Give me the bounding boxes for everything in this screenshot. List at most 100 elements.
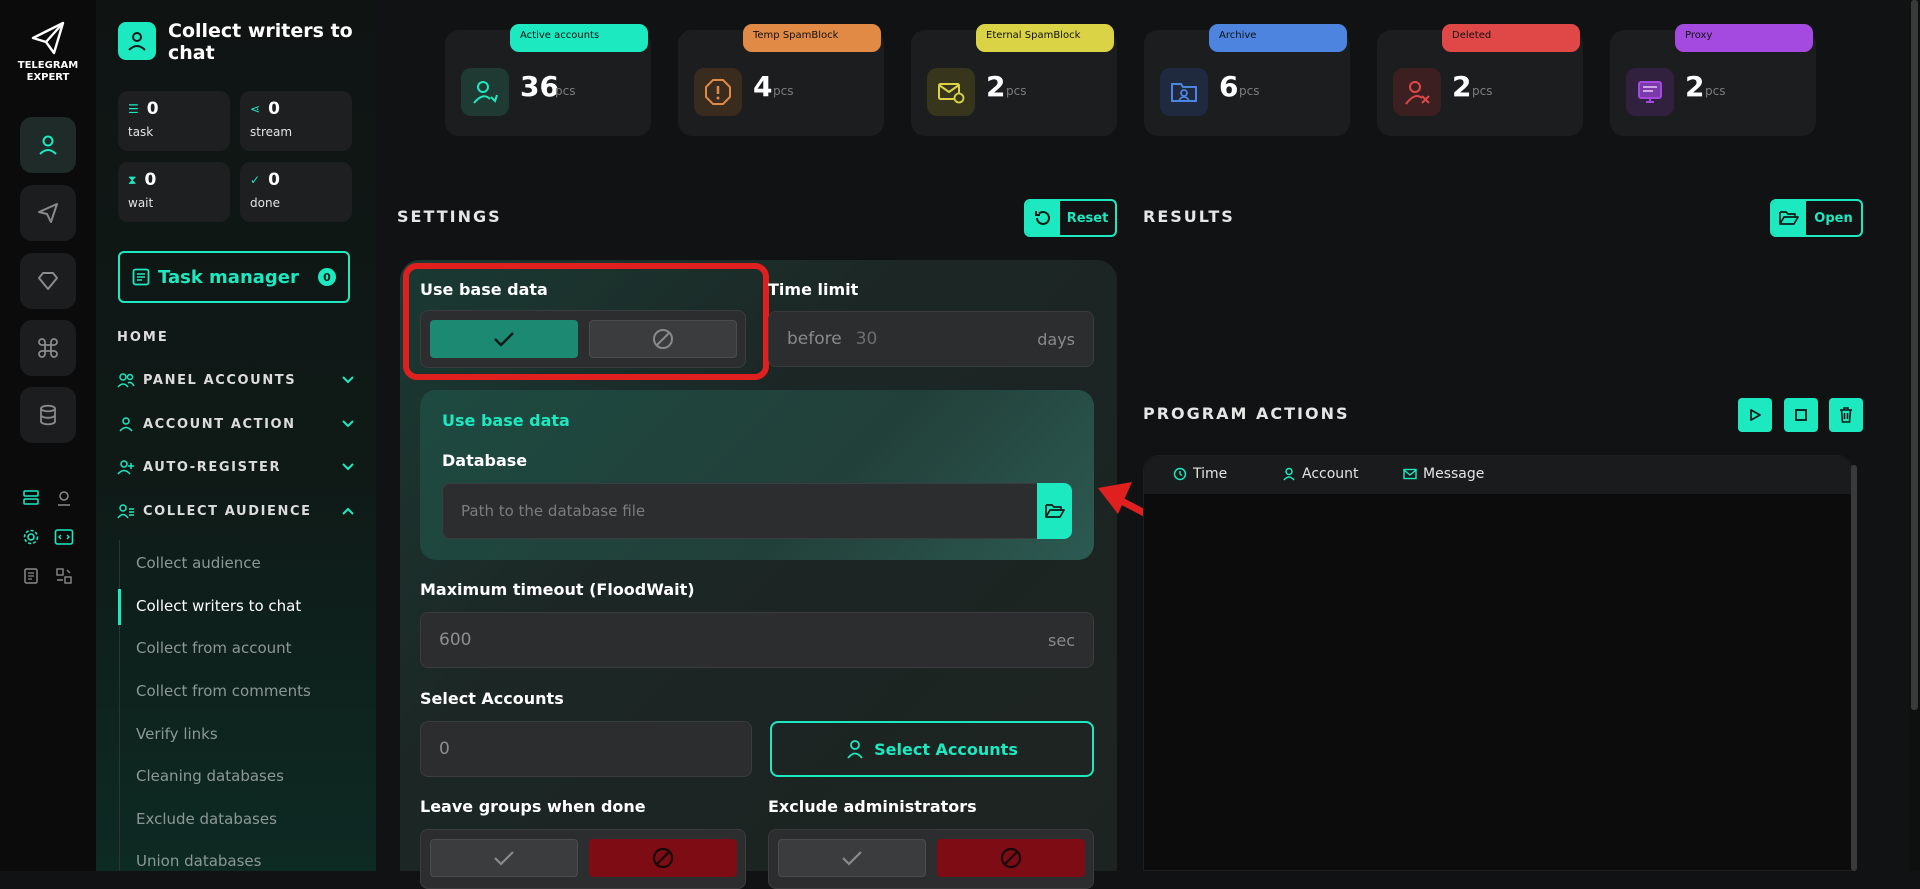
user-icon [847, 740, 863, 759]
layout-grid-icon[interactable] [53, 565, 75, 587]
user-plus-icon [117, 460, 134, 475]
select-accounts-value: 0 [439, 739, 450, 759]
leave-groups-label: Leave groups when done [420, 797, 646, 816]
submenu-cleaning-databases[interactable]: Cleaning databases [136, 767, 284, 785]
check-circle-icon: ✓ [250, 173, 261, 187]
card-temp-spamblock[interactable]: Temp SpamBlock 4 pcs [678, 24, 884, 136]
stop-button[interactable] [1784, 398, 1818, 432]
code-window-icon[interactable] [53, 526, 75, 548]
submenu-verify-links[interactable]: Verify links [136, 725, 218, 743]
toggle-off-button[interactable] [937, 839, 1085, 877]
window-scrollbar[interactable] [1911, 0, 1918, 710]
select-accounts-button[interactable]: Select Accounts [770, 721, 1094, 777]
app-logo: TELEGRAM EXPERT [0, 20, 96, 84]
rail-send-button[interactable] [20, 185, 76, 241]
card-unit: pcs [555, 84, 576, 98]
select-accounts-label: Select Accounts [420, 689, 564, 708]
rail-premium-button[interactable] [20, 253, 76, 309]
task-manager-count: 0 [318, 268, 336, 286]
clear-log-button[interactable] [1829, 398, 1863, 432]
mail-block-icon [927, 68, 975, 116]
results-heading: RESULTS [1143, 207, 1235, 226]
folder-open-icon [1044, 504, 1065, 518]
stat-done-label: done [250, 196, 280, 210]
toggle-off-button[interactable] [589, 839, 737, 877]
nav-panel-accounts[interactable]: PANEL ACCOUNTS [117, 369, 355, 391]
db-box-title: Use base data [442, 411, 570, 430]
timeout-label: Maximum timeout (FloodWait) [420, 580, 695, 599]
column-time: Time [1173, 466, 1227, 482]
toggle-on-button[interactable] [430, 839, 578, 877]
stat-wait-label: wait [128, 196, 154, 210]
card-tag: Deleted [1442, 24, 1580, 52]
diamond-icon [38, 272, 58, 290]
card-value: 2 [1685, 70, 1705, 103]
card-active-accounts[interactable]: Active accounts 36 pcs [445, 24, 651, 136]
stat-done-value: 0 [268, 170, 280, 190]
card-tag: Eternal SpamBlock [976, 24, 1114, 52]
card-value: 2 [986, 70, 1006, 103]
nav-account-action[interactable]: ACCOUNT ACTION [117, 413, 355, 435]
icon-rail: TELEGRAM EXPERT [0, 0, 96, 871]
task-manager-button[interactable]: Task manager 0 [118, 251, 350, 303]
card-value: 6 [1219, 70, 1239, 103]
user-icon [1283, 467, 1295, 481]
open-label: Open [1814, 210, 1853, 226]
chevron-down-icon [342, 463, 354, 471]
database-path-input[interactable]: Path to the database file [442, 483, 1072, 539]
program-actions-heading: PROGRAM ACTIONS [1143, 404, 1350, 423]
submenu-collect-from-comments[interactable]: Collect from comments [136, 682, 311, 700]
stop-icon [1795, 409, 1807, 421]
stat-stream: ⋖ 0 stream [240, 91, 352, 151]
time-limit-input[interactable]: before 30 days [768, 311, 1094, 367]
rail-database-button[interactable] [20, 387, 76, 443]
nav-auto-register[interactable]: AUTO-REGISTER [117, 456, 355, 478]
rail-accounts-button[interactable] [20, 117, 76, 173]
reset-button[interactable]: Reset [1024, 199, 1117, 237]
play-icon [1750, 409, 1761, 421]
card-archive[interactable]: Archive 6 pcs [1144, 24, 1350, 136]
send-icon [38, 203, 58, 223]
select-accounts-count[interactable]: 0 [420, 721, 752, 777]
play-button[interactable] [1738, 398, 1772, 432]
app-name: TELEGRAM EXPERT [0, 60, 96, 84]
card-proxy[interactable]: Proxy 2 pcs [1610, 24, 1816, 136]
card-unit: pcs [1239, 84, 1260, 98]
exclude-admins-toggle [768, 829, 1094, 889]
submenu-collect-from-account[interactable]: Collect from account [136, 639, 292, 657]
submenu-union-databases[interactable]: Union databases [136, 852, 261, 870]
submenu-collect-writers-to-chat[interactable]: Collect writers to chat [136, 597, 301, 615]
open-results-button[interactable]: Open [1770, 199, 1863, 237]
card-eternal-spamblock[interactable]: Eternal SpamBlock 2 pcs [911, 24, 1117, 136]
user-icon [119, 417, 133, 432]
rail-command-button[interactable] [20, 320, 76, 376]
nav-home[interactable]: HOME [117, 330, 169, 345]
trash-icon [1840, 407, 1852, 423]
toggle-on-button[interactable] [778, 839, 926, 877]
nav-account-action-label: ACCOUNT ACTION [143, 416, 296, 432]
card-unit: pcs [1006, 84, 1027, 98]
column-account-label: Account [1302, 466, 1359, 482]
clock-icon [1173, 467, 1187, 481]
log-scrollbar[interactable] [1851, 465, 1857, 871]
submenu-collect-audience[interactable]: Collect audience [136, 554, 261, 572]
browse-database-button[interactable] [1037, 483, 1072, 539]
server-list-icon[interactable] [20, 487, 42, 509]
timeout-input[interactable]: 600 sec [420, 612, 1094, 668]
user-list-icon [117, 504, 134, 519]
page-title: Collect writers to chat [168, 20, 353, 64]
settings-gear-icon[interactable] [20, 526, 42, 548]
submenu-active-indicator [118, 589, 121, 625]
document-list-icon[interactable] [20, 565, 42, 587]
reset-label: Reset [1066, 210, 1109, 226]
nav-collect-audience[interactable]: COLLECT AUDIENCE [117, 500, 355, 522]
card-value: 4 [753, 70, 773, 103]
nav-collect-audience-label: COLLECT AUDIENCE [143, 503, 312, 519]
card-unit: pcs [1705, 84, 1726, 98]
database-path-placeholder: Path to the database file [461, 502, 646, 520]
submenu-exclude-databases[interactable]: Exclude databases [136, 810, 277, 828]
task-board-icon [132, 268, 150, 286]
nav-panel-accounts-label: PANEL ACCOUNTS [143, 372, 297, 388]
map-pin-icon[interactable] [53, 487, 75, 509]
card-deleted[interactable]: Deleted 2 pcs [1377, 24, 1583, 136]
